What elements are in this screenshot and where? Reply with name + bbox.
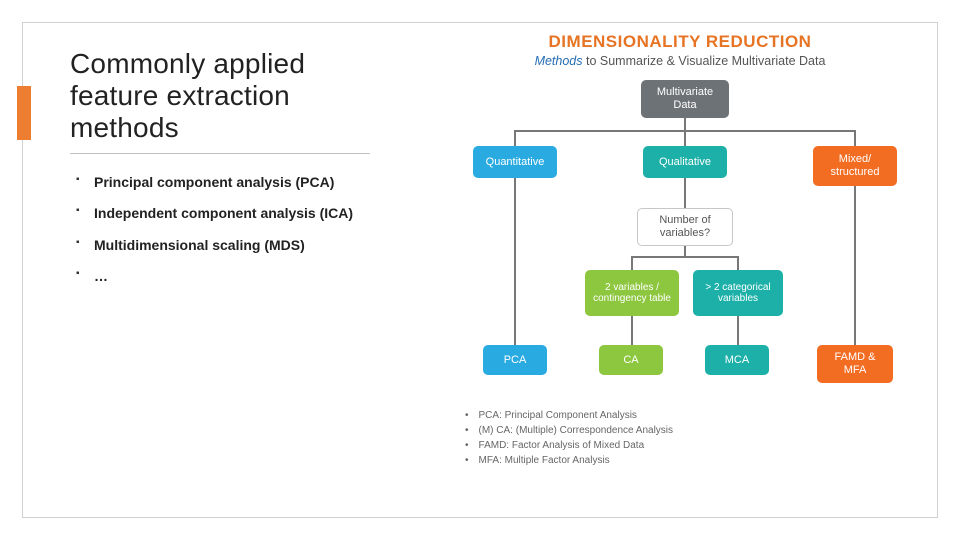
- subheading-emph: Methods: [535, 54, 586, 68]
- slide-title: Commonly applied feature extraction meth…: [70, 48, 370, 154]
- node-two-variables: 2 variables / contingency table: [585, 270, 679, 316]
- list-item: Independent component analysis (ICA): [76, 205, 370, 223]
- legend-item: FAMD: Factor Analysis of Mixed Data: [465, 438, 673, 453]
- connector: [514, 130, 516, 146]
- legend: PCA: Principal Component Analysis (M) CA…: [465, 408, 673, 468]
- legend-item: PCA: Principal Component Analysis: [465, 408, 673, 423]
- node-qualitative: Qualitative: [643, 146, 727, 178]
- node-gt2: > 2 categorical variables: [693, 270, 783, 316]
- list-item: Principal component analysis (PCA): [76, 174, 370, 192]
- diagram-heading: DIMENSIONALITY REDUCTION: [430, 32, 930, 52]
- connector: [684, 130, 686, 146]
- node-pca: PCA: [483, 345, 547, 375]
- right-column: DIMENSIONALITY REDUCTION Methods to Summ…: [430, 32, 930, 410]
- node-ca: CA: [599, 345, 663, 375]
- legend-item: MFA: Multiple Factor Analysis: [465, 453, 673, 468]
- accent-bar: [17, 86, 31, 140]
- connector: [631, 316, 633, 345]
- node-root: Multivariate Data: [641, 80, 729, 118]
- connector: [631, 256, 633, 270]
- connector: [854, 130, 856, 146]
- connector: [737, 256, 739, 270]
- connector: [737, 316, 739, 345]
- connector: [684, 178, 686, 208]
- connector: [514, 178, 516, 345]
- legend-item: (M) CA: (Multiple) Correspondence Analys…: [465, 423, 673, 438]
- node-question: Number of variables?: [637, 208, 733, 246]
- connector: [854, 186, 856, 345]
- diagram-subheading: Methods to Summarize & Visualize Multiva…: [430, 54, 930, 68]
- node-famd: FAMD & MFA: [817, 345, 893, 383]
- bullet-list: Principal component analysis (PCA) Indep…: [70, 174, 370, 286]
- list-item: Multidimensional scaling (MDS): [76, 237, 370, 255]
- node-quantitative: Quantitative: [473, 146, 557, 178]
- subheading-rest: to Summarize & Visualize Multivariate Da…: [586, 54, 825, 68]
- list-item: …: [76, 268, 370, 286]
- node-mixed: Mixed/ structured: [813, 146, 897, 186]
- flow-diagram: Multivariate Data Quantitative Qualitati…: [445, 80, 915, 410]
- connector: [684, 246, 686, 256]
- connector: [684, 118, 686, 130]
- left-column: Commonly applied feature extraction meth…: [70, 48, 370, 300]
- node-mca: MCA: [705, 345, 769, 375]
- connector: [631, 256, 739, 258]
